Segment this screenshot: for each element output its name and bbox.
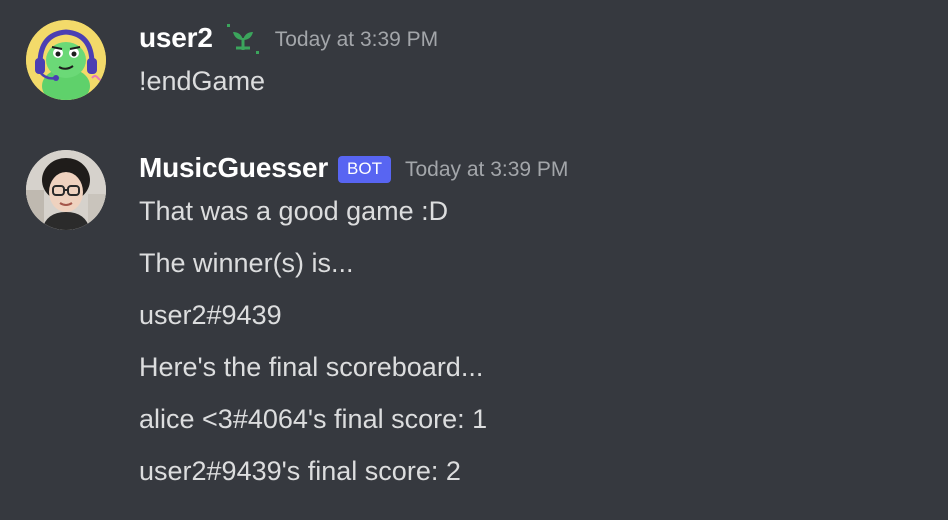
timestamp[interactable]: Today at 3:39 PM xyxy=(275,28,438,52)
message-header: user2 Today at 3:39 PM xyxy=(139,18,438,58)
timestamp[interactable]: Today at 3:39 PM xyxy=(405,158,568,182)
bot-tag: BOT xyxy=(338,155,391,183)
message-item: user2 Today at 3:39 PM !endGame xyxy=(0,0,948,120)
chat-messages: user2 Today at 3:39 PM !endGame MusicGue… xyxy=(0,0,948,520)
sprout-icon[interactable] xyxy=(225,20,261,56)
message-content: That was a good game :D The winner(s) is… xyxy=(139,192,487,504)
message-line: That was a good game :D xyxy=(139,196,449,226)
message-header: MusicGuesser BOT Today at 3:39 PM xyxy=(139,148,568,188)
message-line: Here's the final scoreboard... xyxy=(139,352,484,382)
message-line: The winner(s) is... xyxy=(139,248,354,278)
message-item: MusicGuesser BOT Today at 3:39 PM That w… xyxy=(0,140,948,520)
message-line: alice <3#4064's final score: 1 xyxy=(139,404,488,434)
message-line: user2#9439 xyxy=(139,300,282,330)
avatar[interactable] xyxy=(26,20,106,100)
message-line: user2#9439's final score: 2 xyxy=(139,456,461,486)
message-content: !endGame xyxy=(139,62,265,100)
username[interactable]: MusicGuesser xyxy=(139,152,328,184)
message-line: !endGame xyxy=(139,66,266,96)
username[interactable]: user2 xyxy=(139,22,213,54)
avatar[interactable] xyxy=(26,150,106,230)
